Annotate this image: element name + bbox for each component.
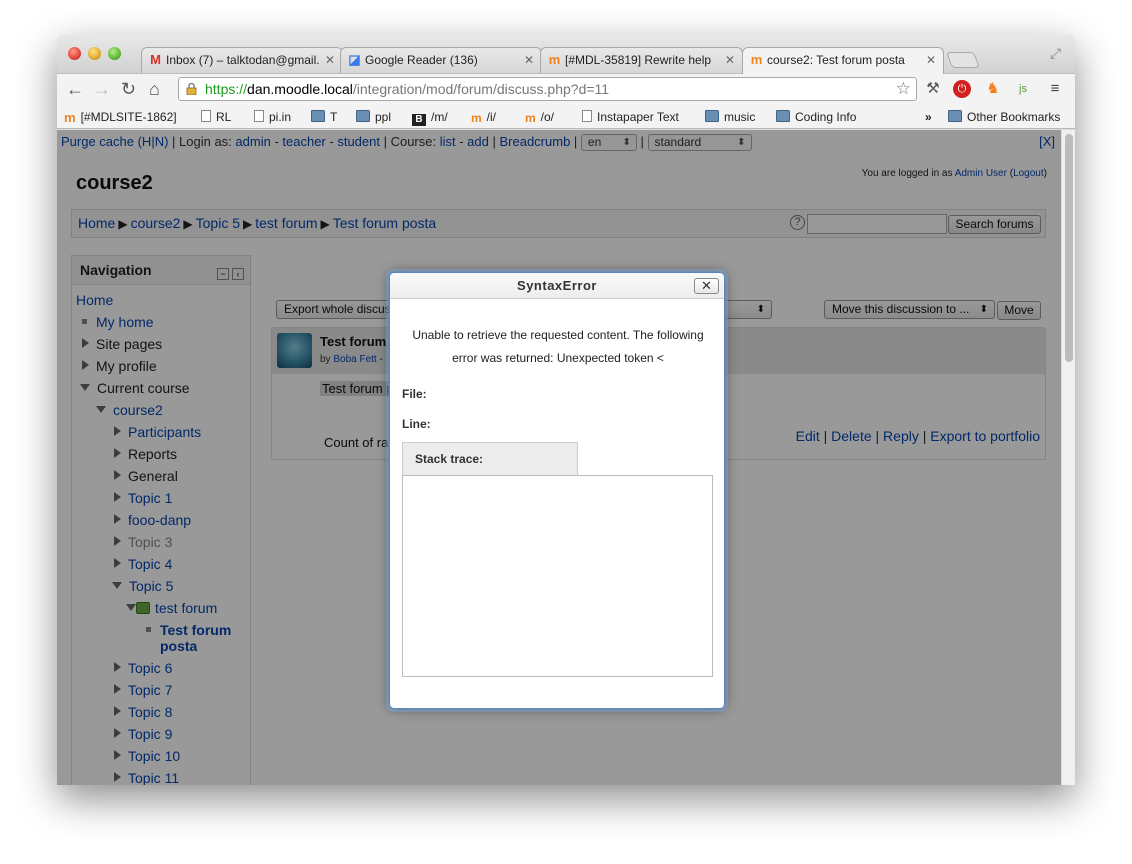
reload-icon[interactable]: ↻	[121, 78, 136, 100]
bookmark-label: T	[330, 110, 338, 124]
bookmark-pi-in[interactable]: pi.in	[254, 109, 291, 125]
tab-course2[interactable]: m course2: Test forum posta ✕	[742, 47, 944, 74]
bookmark-o[interactable]: m/o/	[525, 109, 554, 125]
folder-icon	[356, 110, 370, 122]
tab-close-icon[interactable]: ✕	[524, 53, 534, 67]
bookmark-label: RL	[216, 110, 232, 124]
browser-window: M Inbox (7) – talktodan@gmail. ✕ ◪ Googl…	[57, 35, 1075, 785]
bookmark-other[interactable]: Other Bookmarks	[948, 109, 1060, 125]
bookmark-rl[interactable]: RL	[201, 109, 231, 125]
minimize-window-button[interactable]	[88, 47, 101, 60]
forward-arrow-icon[interactable]: →	[93, 78, 111, 100]
address-bar[interactable]: https://dan.moodle.local/integration/mod…	[178, 77, 917, 101]
bookmark-label: /i/	[486, 110, 497, 124]
tab-close-icon[interactable]: ✕	[725, 53, 735, 67]
bookmark-label: Other Bookmarks	[967, 110, 1061, 124]
tab-google-reader[interactable]: ◪ Google Reader (136) ✕	[340, 47, 542, 73]
tab-label: Inbox (7) – talktodan@gmail.	[166, 53, 320, 67]
page-icon	[582, 110, 592, 122]
dialog-close-button[interactable]: ✕	[694, 278, 719, 294]
bookmark-mdlsite[interactable]: m [#MDLSITE-1862]	[64, 109, 177, 125]
tab-mdl-35819[interactable]: m [#MDL-35819] Rewrite help ✕	[540, 47, 743, 73]
tab-close-icon[interactable]: ✕	[926, 53, 936, 67]
bookmark-folder-ppl[interactable]: ppl	[356, 109, 391, 125]
line-label: Line:	[402, 417, 431, 431]
moodle-extension-icon[interactable]: ♞	[983, 79, 1003, 99]
b-icon: B	[412, 114, 426, 126]
bookmark-label: ppl	[375, 110, 392, 124]
stop-extension-icon[interactable]: ⏻	[953, 80, 971, 98]
stack-trace-box[interactable]	[402, 475, 713, 677]
bookmark-label: Instapaper Text	[597, 110, 679, 124]
folder-icon	[776, 110, 790, 122]
page-icon	[254, 110, 264, 122]
folder-icon	[948, 110, 962, 122]
bookmark-i[interactable]: m/i/	[471, 109, 496, 125]
bookmarks-bar: m [#MDLSITE-1862] RL pi.in T ppl B/m/ m/i…	[57, 105, 1075, 129]
url-scheme: https://	[205, 81, 248, 97]
close-window-button[interactable]	[68, 47, 81, 60]
bookmark-label: Coding Info	[795, 110, 857, 124]
error-message: Unable to retrieve the requested content…	[412, 328, 704, 365]
rss-icon: ◪	[348, 52, 361, 67]
bookmark-folder-music[interactable]: music	[705, 109, 755, 125]
browser-toolbar: ← → ↻ ⌂ https://dan.moodle.local/integra…	[57, 73, 1075, 105]
wrench-extension-icon[interactable]: ⚒	[923, 79, 943, 99]
stack-trace-label: Stack trace:	[402, 442, 578, 476]
tab-label: Google Reader (136)	[365, 53, 478, 67]
syntax-error-dialog: SyntaxError ✕ Unable to retrieve the req…	[389, 272, 725, 709]
js-extension-icon[interactable]: js	[1013, 79, 1033, 99]
dialog-title: SyntaxError	[390, 273, 724, 299]
fullscreen-icon[interactable]: ⤢	[1050, 45, 1061, 62]
tab-label: [#MDL-35819] Rewrite help	[565, 53, 712, 67]
tab-gmail[interactable]: M Inbox (7) – talktodan@gmail. ✕	[141, 47, 343, 73]
moodle-icon: m	[64, 110, 76, 125]
tab-strip: M Inbox (7) – talktodan@gmail. ✕ ◪ Googl…	[57, 35, 1075, 74]
web-page: Purge cache (H|N) | Login as: admin - te…	[57, 130, 1061, 785]
moodle-icon: m	[471, 111, 482, 125]
more-bookmarks-chevron[interactable]: »	[925, 109, 932, 125]
bookmark-label: /o/	[540, 110, 555, 124]
zoom-window-button[interactable]	[108, 47, 121, 60]
bookmark-label: pi.in	[269, 110, 292, 124]
bookmark-folder-coding[interactable]: Coding Info	[776, 109, 856, 125]
file-label: File:	[402, 387, 427, 401]
folder-icon	[705, 110, 719, 122]
bookmark-instapaper[interactable]: Instapaper Text	[582, 109, 679, 125]
back-arrow-icon[interactable]: ←	[66, 78, 84, 100]
moodle-icon: m	[750, 52, 763, 67]
bookmark-label: music	[724, 110, 756, 124]
moodle-icon: m	[525, 111, 536, 125]
moodle-icon: m	[548, 52, 561, 67]
lock-icon	[186, 83, 197, 95]
scrollbar-thumb[interactable]	[1065, 134, 1073, 362]
star-icon[interactable]: ☆	[896, 78, 911, 100]
gmail-icon: M	[150, 52, 161, 67]
bookmark-m[interactable]: B/m/	[412, 109, 448, 126]
url-path: /integration/mod/forum/discuss.php?d=11	[352, 81, 610, 97]
bookmark-label: [#MDLSITE-1862]	[80, 110, 177, 124]
home-icon[interactable]: ⌂	[149, 78, 160, 100]
tab-close-icon[interactable]: ✕	[325, 53, 335, 67]
url-host: dan.moodle.local	[247, 81, 353, 97]
page-icon	[201, 110, 211, 122]
menu-icon[interactable]: ≡	[1045, 79, 1065, 99]
bookmark-label: /m/	[431, 110, 448, 124]
page-scrollbar[interactable]	[1061, 130, 1075, 785]
bookmark-folder-t[interactable]: T	[311, 109, 337, 125]
folder-icon	[311, 110, 325, 122]
tab-label: course2: Test forum posta	[767, 53, 905, 67]
new-tab-button[interactable]	[946, 52, 980, 68]
